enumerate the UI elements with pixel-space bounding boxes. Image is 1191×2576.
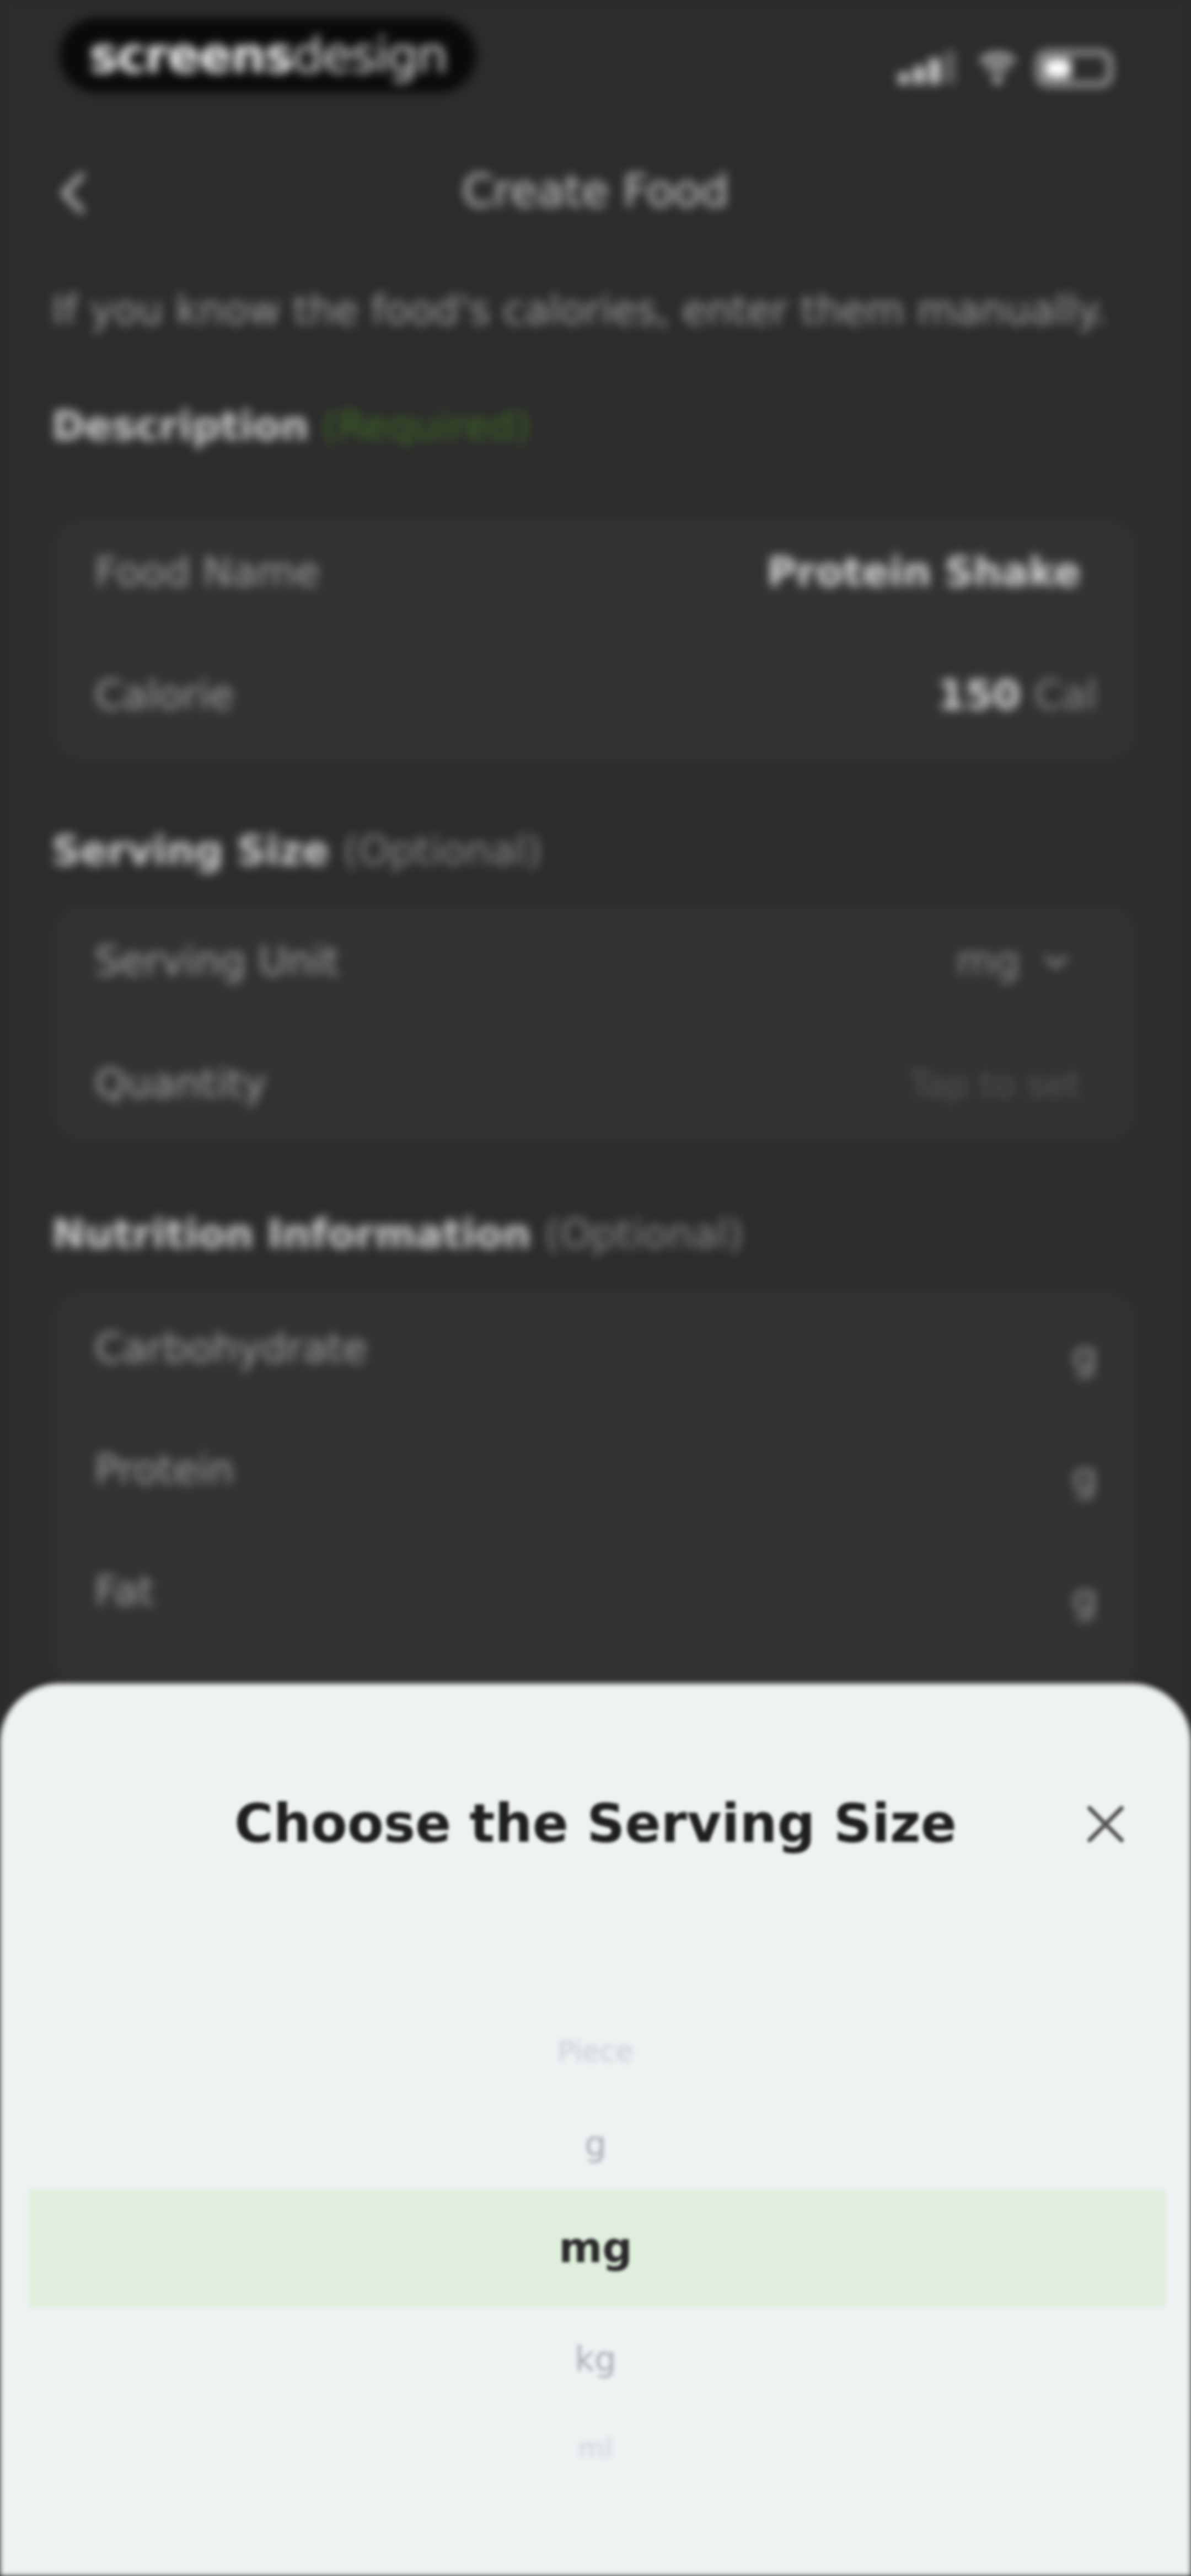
quantity-field[interactable]: Tap to set — [909, 1065, 1081, 1105]
description-title: Description — [52, 403, 309, 449]
sheet-title: Choose the Serving Size — [234, 1793, 957, 1854]
quantity-label: Quantity — [95, 1060, 267, 1107]
calorie-label: Calorie — [95, 672, 234, 718]
serving-section-title: Serving Size (Optional) — [52, 827, 542, 874]
fat-field[interactable]: g — [1072, 1575, 1097, 1622]
nutrition-section-title: Nutrition Information (Optional) — [52, 1211, 743, 1257]
nutrition-title: Nutrition Information — [52, 1211, 531, 1257]
picker-option-selected[interactable]: mg — [0, 2223, 1191, 2272]
food-name-field[interactable]: Protein Shake — [768, 549, 1081, 595]
screensdesign-logo: screens design — [60, 18, 476, 93]
picker-option[interactable]: g — [0, 2124, 1191, 2164]
carbohydrate-field[interactable]: g — [1072, 1333, 1097, 1379]
wifi-icon — [979, 53, 1016, 84]
carbohydrate-label: Carbohydrate — [95, 1325, 367, 1371]
serving-title: Serving Size — [52, 827, 329, 874]
serving-unit-label: Serving Unit — [95, 938, 340, 984]
serving-unit-select[interactable]: mg — [956, 938, 1020, 984]
calorie-value: 150 — [937, 672, 1021, 718]
optional-qualifier: (Optional) — [544, 1211, 744, 1257]
required-qualifier: (Required) — [322, 403, 530, 449]
description-section-title: Description (Required) — [52, 403, 530, 449]
optional-qualifier: (Optional) — [343, 827, 542, 874]
fat-label: Fat — [95, 1568, 154, 1614]
close-icon[interactable] — [1081, 1799, 1130, 1849]
page-title: Create Food — [462, 165, 729, 217]
food-name-label: Food Name — [95, 549, 320, 595]
picker-option[interactable]: kg — [0, 2339, 1191, 2379]
chevron-down-icon — [1044, 955, 1067, 969]
protein-label: Protein — [95, 1446, 234, 1493]
picker-option[interactable]: ml — [0, 2433, 1191, 2465]
calorie-field[interactable]: 150 Cal — [937, 672, 1097, 718]
intro-text: If you know the food's calories, enter t… — [52, 287, 1108, 333]
calorie-unit: Cal — [1034, 672, 1097, 718]
cellular-signal-icon — [899, 51, 955, 84]
protein-field[interactable]: g — [1072, 1454, 1097, 1500]
picker-option[interactable]: Piece — [0, 2035, 1191, 2069]
battery-icon — [1037, 51, 1112, 86]
